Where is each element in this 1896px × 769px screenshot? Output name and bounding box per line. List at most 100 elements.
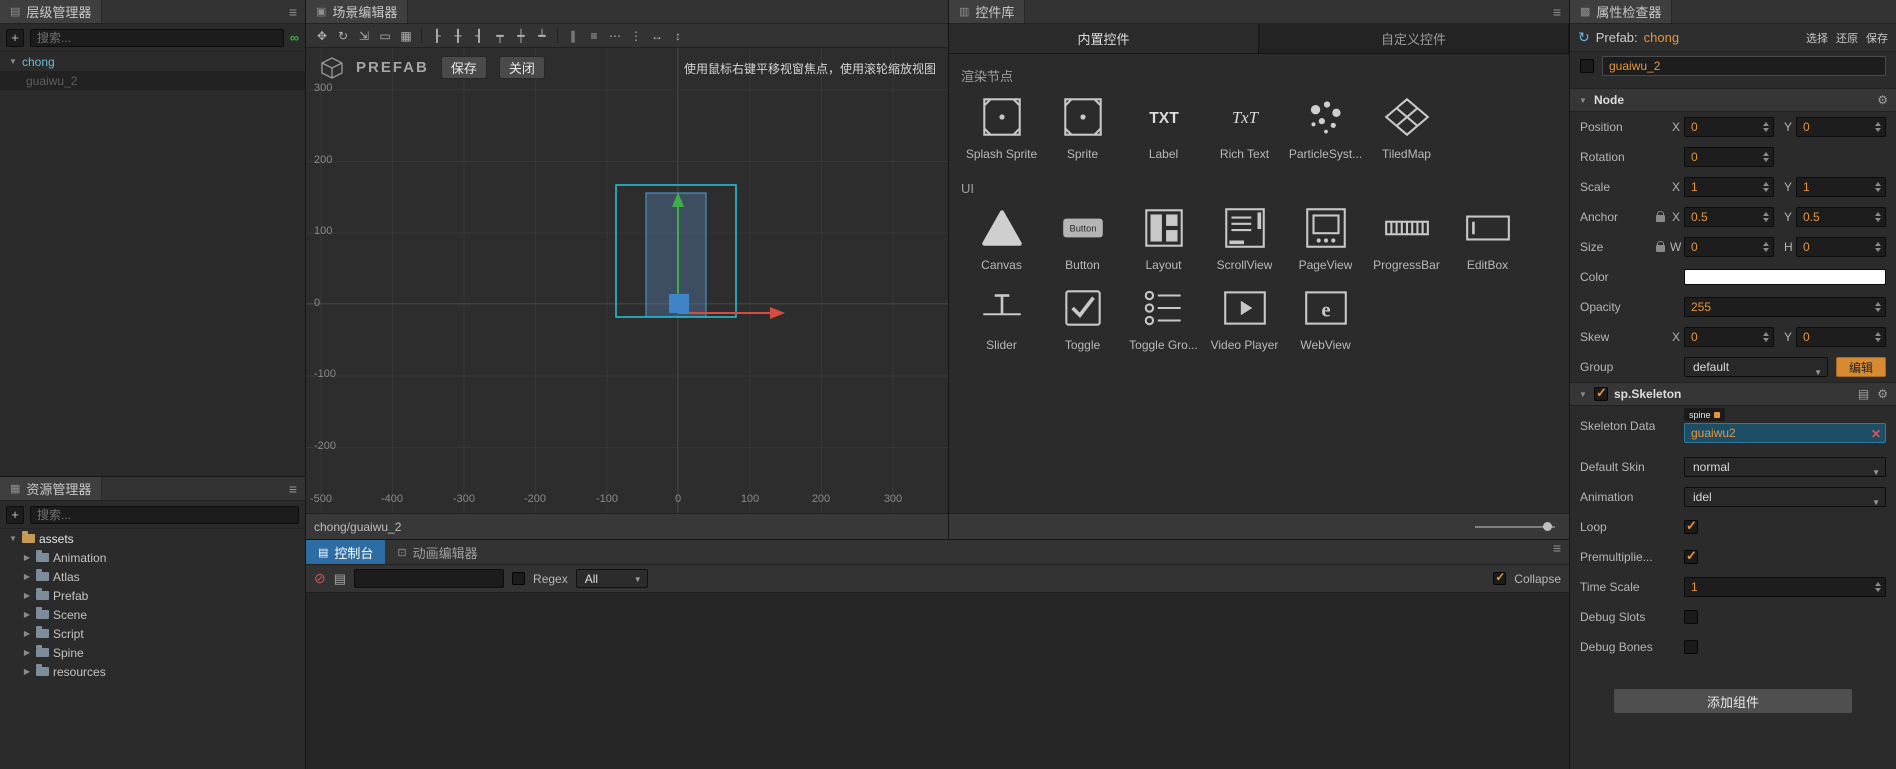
save-prefab-button[interactable]: 保存	[440, 56, 487, 79]
collapse-arrow-icon[interactable]: ▶	[22, 610, 32, 619]
folder-row-prefab[interactable]: ▶ Prefab	[0, 586, 305, 605]
time-scale-field[interactable]: 1	[1684, 577, 1886, 597]
scene-gizmo-layer[interactable]	[306, 48, 949, 514]
widget-item-label[interactable]: TXT Label	[1123, 89, 1204, 161]
zoom-slider[interactable]	[1475, 521, 1555, 531]
match-height-icon[interactable]: ↕	[668, 26, 688, 46]
widget-item-button[interactable]: Button Button	[1042, 200, 1123, 272]
distribute-vertical-icon[interactable]: ≡	[584, 26, 604, 46]
widget-item-tiledmap[interactable]: TiledMap	[1366, 89, 1447, 161]
skeleton-gear-icon[interactable]: ⚙	[1877, 387, 1888, 401]
widget-item-pageview[interactable]: PageView	[1285, 200, 1366, 272]
prefab-save-button[interactable]: 保存	[1866, 30, 1888, 46]
widget-item-editbox[interactable]: EditBox	[1447, 200, 1528, 272]
widget-item-slider[interactable]: Slider	[961, 280, 1042, 352]
align-horizontal-center-icon[interactable]: ╂	[448, 26, 468, 46]
expand-arrow-icon[interactable]: ▼	[1578, 96, 1588, 105]
premultiplied-checkbox[interactable]	[1684, 548, 1698, 564]
close-prefab-button[interactable]: 关闭	[498, 56, 545, 79]
collapse-arrow-icon[interactable]: ▶	[22, 629, 32, 638]
folder-row-atlas[interactable]: ▶ Atlas	[0, 567, 305, 586]
skew-x-field[interactable]: 0	[1684, 327, 1774, 347]
widget-item-scrollview[interactable]: ScrollView	[1204, 200, 1285, 272]
widget-item-videoplayer[interactable]: Video Player	[1204, 280, 1285, 352]
widget-item-sprite[interactable]: Sprite	[1042, 89, 1123, 161]
rotate-tool-icon[interactable]: ↻	[333, 26, 353, 46]
scale-y-field[interactable]: 1	[1796, 177, 1886, 197]
align-bottom-icon[interactable]: ┷	[532, 26, 552, 46]
prefab-select-button[interactable]: 选择	[1806, 30, 1828, 46]
distribute-horizontal-icon[interactable]: ∥	[563, 26, 583, 46]
collapse-arrow-icon[interactable]: ▶	[22, 591, 32, 600]
add-node-button[interactable]: +	[6, 28, 24, 47]
add-component-button[interactable]: 添加组件	[1613, 688, 1853, 714]
space-vertical-icon[interactable]: ⋮	[626, 26, 646, 46]
debug-bones-checkbox[interactable]	[1684, 640, 1698, 654]
folder-row-scene[interactable]: ▶ Scene	[0, 605, 305, 624]
assets-search-input[interactable]	[30, 505, 299, 524]
color-swatch[interactable]	[1684, 269, 1886, 285]
prefab-sync-icon[interactable]: ↻	[1578, 29, 1590, 46]
widget-item-splash-sprite[interactable]: Splash Sprite	[961, 89, 1042, 161]
tab-animation-editor[interactable]: ⊡ 动画编辑器	[385, 540, 489, 564]
folder-row-animation[interactable]: ▶ Animation	[0, 548, 305, 567]
console-log-area[interactable]	[306, 593, 1569, 769]
widget-item-particlesystem[interactable]: ParticleSyst...	[1285, 89, 1366, 161]
position-y-field[interactable]: 0	[1796, 117, 1886, 137]
size-lock-icon[interactable]	[1656, 241, 1665, 252]
group-dropdown[interactable]: default	[1684, 357, 1828, 377]
node-name-field[interactable]	[1602, 56, 1886, 76]
folder-row-script[interactable]: ▶ Script	[0, 624, 305, 643]
align-left-icon[interactable]: ┠	[427, 26, 447, 46]
position-x-field[interactable]: 0	[1684, 117, 1774, 137]
zoom-slider-handle[interactable]	[1543, 521, 1552, 531]
skew-y-field[interactable]: 0	[1796, 327, 1886, 347]
size-w-field[interactable]: 0	[1684, 237, 1774, 257]
move-tool-icon[interactable]: ✥	[312, 26, 332, 46]
widget-item-layout[interactable]: Layout	[1123, 200, 1204, 272]
tab-console[interactable]: ▤ 控制台	[306, 540, 386, 564]
widget-item-webview[interactable]: e WebView	[1285, 280, 1366, 352]
assets-tab[interactable]: ▦ 资源管理器	[0, 477, 103, 500]
anchor-lock-icon[interactable]	[1656, 211, 1665, 222]
widget-item-togglegroup[interactable]: Toggle Gro...	[1123, 280, 1204, 352]
expand-arrow-icon[interactable]: ▼	[8, 57, 18, 66]
add-asset-button[interactable]: +	[6, 505, 24, 524]
widgets-tab[interactable]: ▥ 控件库	[949, 0, 1026, 23]
assets-menu-icon[interactable]: ≡	[281, 481, 305, 497]
folder-row-resources[interactable]: ▶ resources	[0, 662, 305, 681]
widgets-menu-icon[interactable]: ≡	[1545, 4, 1569, 20]
scene-tab[interactable]: ▣ 场景编辑器	[306, 0, 409, 23]
hierarchy-search-input[interactable]	[30, 28, 284, 47]
tab-builtin-widgets[interactable]: 内置控件	[949, 24, 1259, 53]
log-level-dropdown[interactable]: All	[575, 569, 648, 588]
widget-item-canvas[interactable]: Canvas	[961, 200, 1042, 272]
clear-console-icon[interactable]: ⊘	[314, 570, 326, 587]
anchor-x-field[interactable]: 0.5	[1684, 207, 1774, 227]
scale-tool-icon[interactable]: ⇲	[354, 26, 374, 46]
rect-transform-tool-icon[interactable]: ▭	[375, 26, 395, 46]
skeleton-help-icon[interactable]: ▤	[1858, 387, 1869, 401]
collapse-arrow-icon[interactable]: ▶	[22, 572, 32, 581]
gizmo-origin-handle[interactable]	[669, 294, 689, 313]
align-vertical-center-icon[interactable]: ┿	[511, 26, 531, 46]
widget-item-progressbar[interactable]: ProgressBar	[1366, 200, 1447, 272]
widget-item-rich-text[interactable]: TxT Rich Text	[1204, 89, 1285, 161]
widget-item-toggle[interactable]: Toggle	[1042, 280, 1123, 352]
clear-asset-icon[interactable]: ✕	[1871, 425, 1881, 443]
size-h-field[interactable]: 0	[1796, 237, 1886, 257]
hierarchy-menu-icon[interactable]: ≡	[281, 4, 305, 20]
align-right-icon[interactable]: ┨	[469, 26, 489, 46]
region-select-tool-icon[interactable]: ▦	[396, 26, 416, 46]
align-top-icon[interactable]: ┯	[490, 26, 510, 46]
tree-node-guaiwu2[interactable]: guaiwu_2	[0, 71, 305, 90]
expand-arrow-icon[interactable]: ▼	[8, 534, 18, 543]
scale-x-field[interactable]: 1	[1684, 177, 1774, 197]
scene-canvas[interactable]: 300 200 100 0 -100 -200 -500 -400 -300 -…	[306, 48, 949, 514]
collapse-arrow-icon[interactable]: ▶	[22, 667, 32, 676]
match-width-icon[interactable]: ↔	[647, 26, 667, 46]
open-log-file-icon[interactable]: ▤	[334, 571, 346, 587]
skeleton-section-header[interactable]: ▼ sp.Skeleton ▤ ⚙	[1570, 382, 1896, 406]
skeleton-enabled-checkbox[interactable]	[1594, 385, 1608, 401]
skeleton-data-field[interactable]: guaiwu2 ✕	[1684, 423, 1886, 443]
